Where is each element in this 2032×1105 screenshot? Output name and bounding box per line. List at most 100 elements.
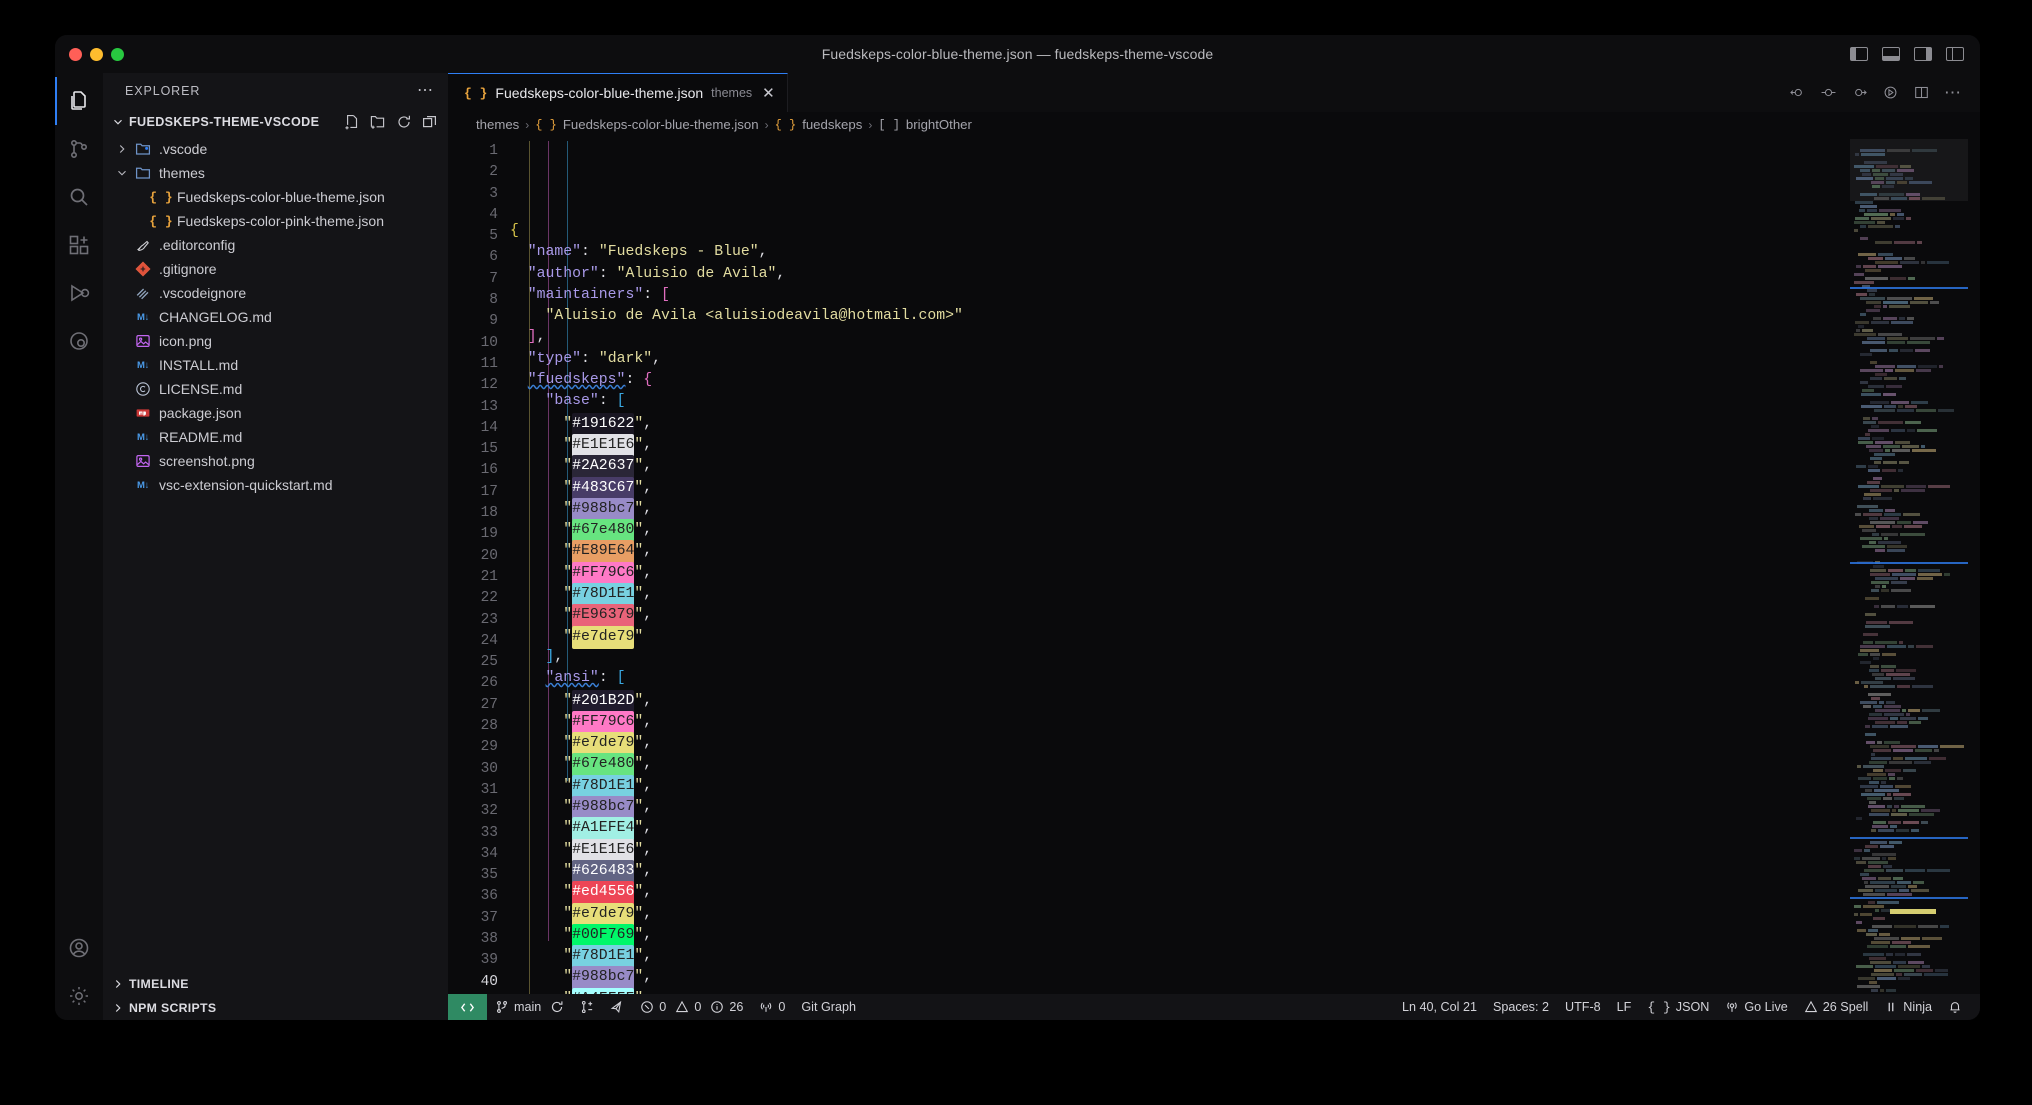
sidebar-item-remote-explorer[interactable] <box>55 317 103 365</box>
status-spell-checker[interactable]: 26 Spell <box>1796 994 1877 1020</box>
tree-folder-row[interactable]: .vscode <box>103 137 448 161</box>
code-line[interactable]: "#E96379", <box>510 604 1980 628</box>
split-editor-icon[interactable] <box>1913 84 1930 101</box>
code-line[interactable]: "#ed4556", <box>510 881 1980 905</box>
sidebar-item-run-debug[interactable] <box>55 269 103 317</box>
toggle-panel-icon[interactable] <box>1882 47 1900 61</box>
code-line[interactable]: "ansi": [ <box>510 668 1980 689</box>
code-content[interactable]: { "name": "Fuedskeps - Blue", "author": … <box>510 137 1980 994</box>
sidebar-item-search[interactable] <box>55 173 103 221</box>
tree-file-row[interactable]: .editorconfig <box>103 233 448 257</box>
breadcrumb-item[interactable]: themes <box>476 117 519 132</box>
status-encoding[interactable]: UTF-8 <box>1557 994 1609 1020</box>
status-ninja[interactable]: Ninja <box>1876 994 1940 1020</box>
close-window-button[interactable] <box>69 47 82 61</box>
tree-folder-row[interactable]: themes <box>103 161 448 185</box>
code-line[interactable]: "Aluisio de Avila <aluisiodeavila@hotmai… <box>510 306 1980 327</box>
tree-file-row[interactable]: screenshot.png <box>103 449 448 473</box>
go-forward-icon[interactable] <box>1851 84 1868 101</box>
status-problems[interactable]: 0 0 26 <box>632 994 751 1020</box>
refresh-icon[interactable] <box>396 114 412 130</box>
sidebar-item-explorer[interactable] <box>55 77 103 125</box>
minimize-window-button[interactable] <box>90 47 103 61</box>
breadcrumb-item[interactable]: fuedskeps <box>802 117 862 132</box>
code-line[interactable]: "#00F769", <box>510 923 1980 948</box>
breadcrumb-item[interactable]: brightOther <box>906 117 972 132</box>
status-indentation[interactable]: Spaces: 2 <box>1485 994 1557 1020</box>
code-line[interactable]: ], <box>510 327 1980 348</box>
customize-layout-icon[interactable] <box>1946 47 1964 61</box>
new-folder-icon[interactable] <box>370 114 386 130</box>
editor-more-actions-icon[interactable]: ⋯ <box>1944 84 1962 101</box>
code-line[interactable]: "#201B2D", <box>510 689 1980 713</box>
status-publish-branch[interactable] <box>572 994 602 1020</box>
code-line[interactable]: { <box>510 221 1980 242</box>
window-controls[interactable] <box>55 47 124 61</box>
toggle-secondary-sidebar-icon[interactable] <box>1914 47 1932 61</box>
status-live-share[interactable] <box>602 994 632 1020</box>
new-file-icon[interactable] <box>344 114 360 130</box>
breadcrumb-item[interactable]: Fuedskeps-color-blue-theme.json <box>563 117 759 132</box>
code-line[interactable]: "#78D1E1", <box>510 774 1980 799</box>
code-line[interactable]: "#E1E1E6", <box>510 433 1980 458</box>
status-go-live[interactable]: Go Live <box>1717 994 1795 1020</box>
sidebar-more-actions-icon[interactable]: ⋯ <box>417 83 434 99</box>
code-line[interactable]: "type": "dark", <box>510 349 1980 370</box>
code-line[interactable]: ], <box>510 647 1980 668</box>
chevron-right-icon[interactable] <box>115 142 129 156</box>
chevron-right-icon[interactable] <box>111 1001 125 1015</box>
code-line[interactable]: "#67e480", <box>510 753 1980 777</box>
file-tree[interactable]: .vscode themes { } Fuedskeps-color-blue-the… <box>103 135 448 972</box>
status-ports[interactable]: 0 <box>751 994 793 1020</box>
tree-file-row[interactable]: M↓ INSTALL.md <box>103 353 448 377</box>
code-line[interactable]: "#2A2637", <box>510 455 1980 479</box>
code-line[interactable]: "#78D1E1", <box>510 945 1980 969</box>
accounts-button[interactable] <box>55 924 103 972</box>
code-line[interactable]: "#483C67", <box>510 476 1980 500</box>
minimap[interactable] <box>1850 137 1968 994</box>
sidebar-panel-npm-scripts[interactable]: NPM SCRIPTS <box>103 996 448 1020</box>
explorer-actions[interactable] <box>344 114 438 130</box>
status-language-mode[interactable]: { } JSON <box>1639 994 1717 1020</box>
status-branch[interactable]: main <box>487 994 572 1020</box>
status-cursor-position[interactable]: Ln 40, Col 21 <box>1394 994 1485 1020</box>
code-line[interactable]: "maintainers": [ <box>510 285 1980 306</box>
status-notifications[interactable] <box>1940 994 1970 1020</box>
code-line[interactable]: "#e7de79", <box>510 902 1980 926</box>
sidebar-panel-timeline[interactable]: TIMELINE <box>103 972 448 996</box>
code-editor[interactable]: 1 2 3 4 5 6 7 8 9 10 11 12 13 14 15 16 17 18 19 20 21 22 23 24 2… <box>448 137 1980 994</box>
code-line[interactable]: "author": "Aluisio de Avila", <box>510 264 1980 285</box>
code-line[interactable]: "#A1EFE4", <box>510 817 1980 841</box>
current-change-icon[interactable] <box>1820 84 1837 101</box>
layout-controls[interactable] <box>1850 47 1964 61</box>
tree-file-row[interactable]: M↓ CHANGELOG.md <box>103 305 448 329</box>
tab-fuedskeps-color-blue-theme-json[interactable]: { } Fuedskeps-color-blue-theme.json them… <box>448 73 788 112</box>
tree-file-row[interactable]: icon.png <box>103 329 448 353</box>
code-line[interactable]: "#626483", <box>510 859 1980 884</box>
code-line[interactable]: "base": [ <box>510 391 1980 412</box>
status-git-graph[interactable]: Git Graph <box>793 994 864 1020</box>
breadcrumb[interactable]: themes › { } Fuedskeps-color-blue-theme.jso… <box>448 112 1980 137</box>
manage-settings-button[interactable] <box>55 972 103 1020</box>
code-line[interactable]: "#988bc7", <box>510 796 1980 820</box>
code-line[interactable]: "#E1E1E6", <box>510 838 1980 862</box>
tree-file-row[interactable]: M↓ README.md <box>103 425 448 449</box>
code-line[interactable]: "#FF79C6", <box>510 561 1980 586</box>
tree-file-row[interactable]: { } Fuedskeps-color-pink-theme.json <box>103 209 448 233</box>
chevron-right-icon[interactable] <box>111 977 125 991</box>
toggle-primary-sidebar-icon[interactable] <box>1850 47 1868 61</box>
go-back-icon[interactable] <box>1789 84 1806 101</box>
code-line[interactable]: "name": "Fuedskeps - Blue", <box>510 242 1980 263</box>
code-line[interactable]: "#e7de79", <box>510 732 1980 756</box>
close-tab-icon[interactable]: ✕ <box>762 86 775 101</box>
maximize-window-button[interactable] <box>111 47 124 61</box>
tree-file-row[interactable]: { } Fuedskeps-color-blue-theme.json <box>103 185 448 209</box>
sidebar-item-extensions[interactable] <box>55 221 103 269</box>
code-line[interactable]: "#67e480", <box>510 519 1980 543</box>
remote-host-button[interactable] <box>448 994 487 1020</box>
tree-file-row[interactable]: package.json <box>103 401 448 425</box>
tree-file-row[interactable]: .vscodeignore <box>103 281 448 305</box>
tree-file-row[interactable]: .gitignore <box>103 257 448 281</box>
code-line[interactable]: "fuedskeps": { <box>510 370 1980 391</box>
code-line[interactable]: "#988bc7", <box>510 966 1980 990</box>
